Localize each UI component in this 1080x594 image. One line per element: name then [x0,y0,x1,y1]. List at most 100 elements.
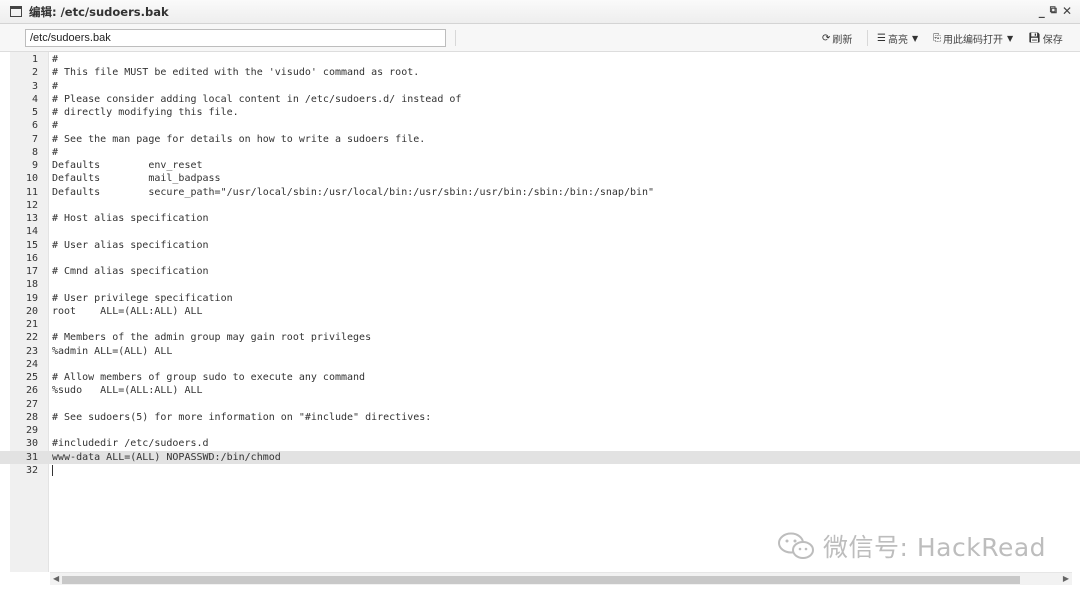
line-number: 19 [25,292,38,304]
code-line[interactable]: 31 www-data ALL=(ALL) NOPASSWD:/bin/chmod [0,450,1080,464]
scroll-right-arrow-icon[interactable]: ▶ [1063,574,1069,583]
line-text[interactable]: # Cmnd alias specification [52,265,209,278]
code-line[interactable]: 1 # [0,53,1080,66]
code-editor[interactable]: 1 #2 # This file MUST be edited with the '… [0,52,1080,572]
scroll-left-arrow-icon[interactable]: ◀ [53,574,59,583]
code-line[interactable]: 14 [0,225,1080,238]
line-text[interactable]: Defaults secure_path="/usr/local/sbin:/u… [52,186,654,199]
line-number: 25 [25,372,38,383]
line-text[interactable]: # User privilege specification [52,292,233,305]
code-line[interactable]: 7 # See the man page for details on how t… [0,133,1080,146]
code-line[interactable]: 27 [0,398,1080,411]
refresh-label: 刷新 [832,34,853,46]
highlight-label: 高亮 [887,34,908,46]
line-number: 11 [25,186,38,198]
code-line[interactable]: 2 # This file MUST be edited with the 'vi… [0,66,1080,79]
title-bar: 编辑: /etc/sudoers.bak _ ⧉ ✕ [0,0,1080,24]
line-number: 10 [25,173,38,185]
line-text[interactable]: %admin ALL=(ALL) ALL [52,345,172,358]
encoding-icon: ⎘ [933,32,941,44]
line-text[interactable]: # Members of the admin group may gain ro… [52,331,371,344]
floppy-disk-icon: 💾︎ [1028,32,1041,44]
code-line[interactable]: 10 Defaults mail_badpass [0,172,1080,185]
line-number: 27 [25,398,38,410]
line-number: 15 [25,239,38,251]
line-text[interactable]: Defaults env_reset [52,159,203,172]
line-number: 6 [31,120,38,132]
code-line[interactable]: 12 [0,199,1080,212]
line-number: 17 [25,266,38,277]
line-text[interactable]: # [52,146,58,159]
code-line[interactable]: 8 # [0,146,1080,159]
code-line[interactable]: 29 [0,424,1080,437]
save-button[interactable]: 💾︎ 保存 [1028,30,1063,46]
line-number: 2 [31,67,38,79]
code-line[interactable]: 15 # User alias specification [0,239,1080,252]
code-line[interactable]: 23 %admin ALL=(ALL) ALL [0,345,1080,358]
code-lines: 1 #2 # This file MUST be edited with the '… [0,53,1080,477]
watermark: 微信号: HackRead [777,528,1046,564]
file-path-input[interactable] [25,29,446,47]
window-icon [10,6,22,17]
line-number: 4 [31,93,38,105]
code-line[interactable]: 4 # Please consider adding local content … [0,93,1080,106]
line-text[interactable]: %sudo ALL=(ALL:ALL) ALL [52,384,203,397]
line-text[interactable]: www-data ALL=(ALL) NOPASSWD:/bin/chmod [52,451,281,464]
line-number: 18 [25,279,38,291]
line-text[interactable]: Defaults mail_badpass [52,172,221,185]
editor-toolbar: ⟳ 刷新 ☰ 高亮 ▼ ⎘ 用此编码打开 ▼ 💾︎ 保存 [0,24,1080,52]
line-number: 23 [25,345,38,357]
code-line[interactable]: 32 [0,464,1080,477]
wechat-logo-icon [778,532,814,559]
code-line[interactable]: 13 # Host alias specification [0,212,1080,225]
code-line[interactable]: 20 root ALL=(ALL:ALL) ALL [0,305,1080,318]
line-text[interactable]: # User alias specification [52,239,209,252]
code-line[interactable]: 11 Defaults secure_path="/usr/local/sbin:… [0,186,1080,199]
line-text[interactable]: #includedir /etc/sudoers.d [52,437,209,450]
code-line[interactable]: 21 [0,318,1080,331]
text-cursor [52,464,53,476]
line-text[interactable]: # [52,119,58,132]
code-line[interactable]: 5 # directly modifying this file. [0,106,1080,119]
code-line[interactable]: 22 # Members of the admin group may gain … [0,331,1080,344]
scrollbar-thumb[interactable] [62,576,1020,584]
close-button[interactable]: ✕ [1062,3,1072,19]
code-line[interactable]: 6 # [0,119,1080,132]
code-line[interactable]: 28 # See sudoers(5) for more information … [0,411,1080,424]
line-number: 22 [25,332,38,344]
line-number: 12 [25,199,38,211]
code-line[interactable]: 26 %sudo ALL=(ALL:ALL) ALL [0,384,1080,397]
save-label: 保存 [1042,34,1063,46]
code-line[interactable]: 17 # Cmnd alias specification [0,265,1080,278]
code-line[interactable]: 30 #includedir /etc/sudoers.d [0,437,1080,450]
toolbar-divider [455,30,456,46]
line-text[interactable]: # directly modifying this file. [52,106,239,119]
refresh-button[interactable]: ⟳ 刷新 [822,30,852,46]
line-number: 1 [31,54,38,65]
caret-down-icon: ▼ [1007,33,1014,43]
line-text[interactable]: # See the man page for details on how to… [52,133,425,146]
line-text[interactable]: # See sudoers(5) for more information on… [52,411,431,424]
code-line[interactable]: 25 # Allow members of group sudo to execu… [0,371,1080,384]
code-line[interactable]: 16 [0,252,1080,265]
highlight-dropdown[interactable]: ☰ 高亮 ▼ [877,30,918,46]
line-number: 31 [25,451,38,463]
open-with-encoding-dropdown[interactable]: ⎘ 用此编码打开 ▼ [933,30,1013,46]
line-text[interactable]: # [52,53,58,66]
code-line[interactable]: 18 [0,278,1080,291]
horizontal-scrollbar[interactable]: ◀ ▶ [50,572,1072,585]
line-text[interactable]: # Allow members of group sudo to execute… [52,371,365,384]
line-text[interactable]: # Host alias specification [52,212,209,225]
code-line[interactable]: 19 # User privilege specification [0,292,1080,305]
code-line[interactable]: 3 # [0,80,1080,93]
line-text[interactable]: root ALL=(ALL:ALL) ALL [52,305,203,318]
line-number: 32 [25,464,38,476]
toolbar-divider [867,30,868,46]
line-text[interactable]: # [52,80,58,93]
code-line[interactable]: 9 Defaults env_reset [0,159,1080,172]
restore-button[interactable]: ⧉ [1050,3,1057,19]
minimize-button[interactable]: _ [1039,3,1045,19]
line-text[interactable]: # This file MUST be edited with the 'vis… [52,66,419,79]
line-text[interactable]: # Please consider adding local content i… [52,93,461,106]
code-line[interactable]: 24 [0,358,1080,371]
